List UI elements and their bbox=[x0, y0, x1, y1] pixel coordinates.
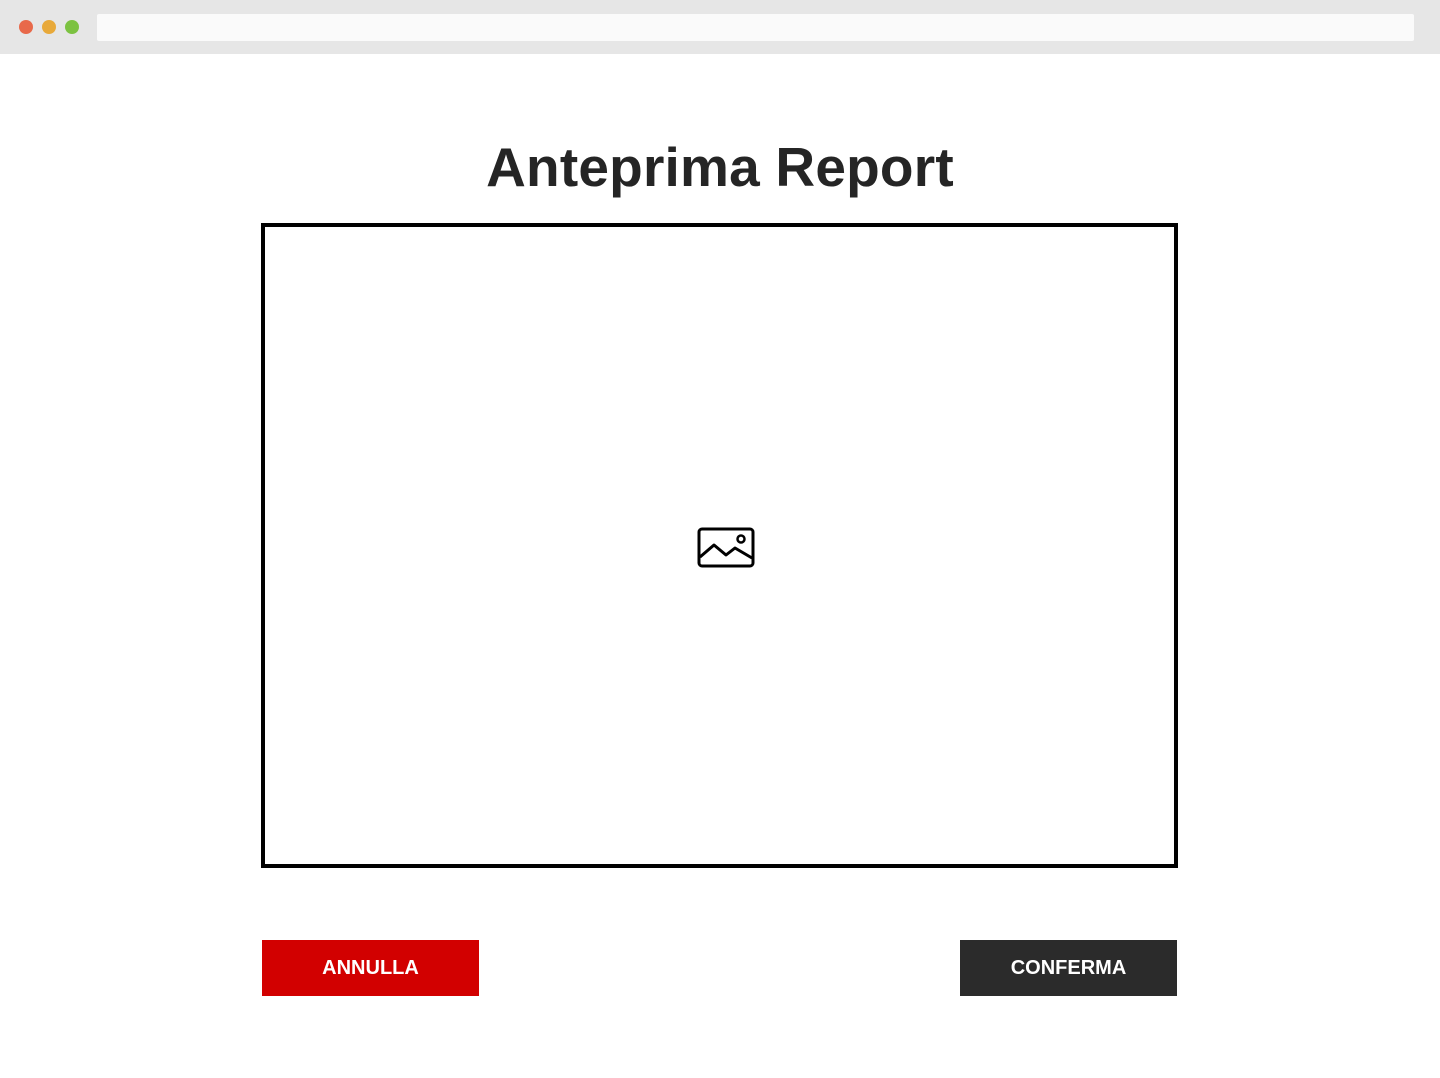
confirm-button[interactable]: CONFERMA bbox=[960, 940, 1177, 996]
image-icon bbox=[697, 527, 755, 568]
close-window-button[interactable] bbox=[19, 20, 33, 34]
minimize-window-button[interactable] bbox=[42, 20, 56, 34]
window-chrome bbox=[0, 0, 1440, 54]
maximize-window-button[interactable] bbox=[65, 20, 79, 34]
page-title: Anteprima Report bbox=[486, 136, 954, 198]
cancel-button[interactable]: ANNULLA bbox=[262, 940, 479, 996]
address-bar[interactable] bbox=[97, 14, 1414, 41]
